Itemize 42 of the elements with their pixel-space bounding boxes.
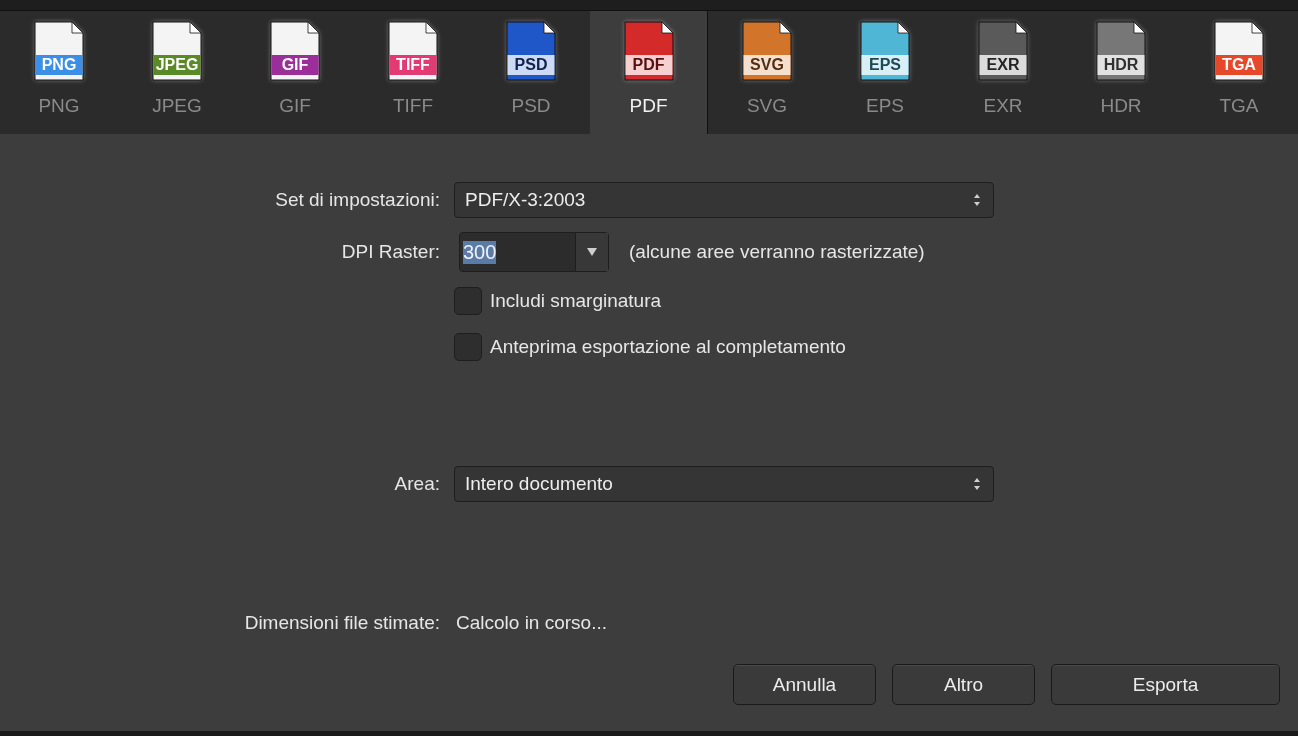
hint-text: (alcune aree verranno rasterizzate) bbox=[629, 241, 925, 263]
dropdown[interactable]: Intero documento bbox=[454, 466, 994, 502]
file-type-label: HDR bbox=[1102, 56, 1140, 74]
field-label: Dimensioni file stimate: bbox=[244, 612, 440, 634]
format-tab[interactable]: SVG SVG bbox=[708, 11, 826, 134]
file-type-label: SVG bbox=[749, 56, 785, 74]
file-type-label: EPS bbox=[868, 56, 902, 74]
estimate-value: Calcolo in corso... bbox=[456, 612, 608, 634]
dpi-value: 300 bbox=[463, 240, 497, 264]
format-tab[interactable]: TIFF TIFF bbox=[354, 11, 472, 134]
checkbox[interactable] bbox=[454, 287, 482, 315]
file-type-label: EXR bbox=[985, 56, 1021, 74]
format-tab[interactable]: JPEG JPEG bbox=[118, 11, 236, 134]
dialog-button[interactable]: Annulla bbox=[733, 664, 876, 705]
format-tab[interactable]: PNG PNG bbox=[0, 11, 118, 134]
dialog-button[interactable]: Altro bbox=[892, 664, 1035, 705]
format-tab[interactable]: GIF GIF bbox=[236, 11, 354, 134]
format-tab[interactable]: HDR HDR bbox=[1062, 11, 1180, 134]
checkbox-label: Anteprima esportazione al completamento bbox=[490, 336, 846, 358]
format-tab[interactable]: EXR EXR bbox=[944, 11, 1062, 134]
field-label: DPI Raster: bbox=[341, 241, 440, 263]
dpi-combo-box[interactable]: 300 bbox=[459, 232, 609, 272]
format-tab[interactable]: PSD PSD bbox=[472, 11, 590, 134]
checkbox-label: Includi smarginatura bbox=[490, 290, 662, 312]
dialog-button[interactable]: Esporta bbox=[1051, 664, 1280, 705]
file-type-label: JPEG bbox=[154, 56, 200, 74]
file-type-label: PDF bbox=[631, 56, 666, 74]
field-label: Set di impostazioni: bbox=[275, 189, 440, 211]
file-type-label: TGA bbox=[1221, 56, 1257, 74]
dropdown[interactable]: PDF/X-3:2003 bbox=[454, 182, 994, 218]
format-tab[interactable]: TGA TGA bbox=[1180, 11, 1298, 134]
file-type-label: PSD bbox=[513, 56, 549, 74]
field-label: Area: bbox=[394, 473, 440, 495]
format-tab[interactable]: PDF PDF bbox=[590, 11, 708, 134]
stepper-arrows-icon bbox=[973, 193, 981, 207]
format-tab[interactable]: EPS EPS bbox=[826, 11, 944, 134]
stepper-arrows-icon bbox=[973, 477, 981, 491]
file-type-label: TIFF bbox=[395, 56, 431, 74]
checkbox[interactable] bbox=[454, 333, 482, 361]
caret-icon bbox=[587, 248, 597, 256]
file-type-label: PNG bbox=[40, 56, 78, 74]
file-type-label: GIF bbox=[280, 56, 310, 74]
